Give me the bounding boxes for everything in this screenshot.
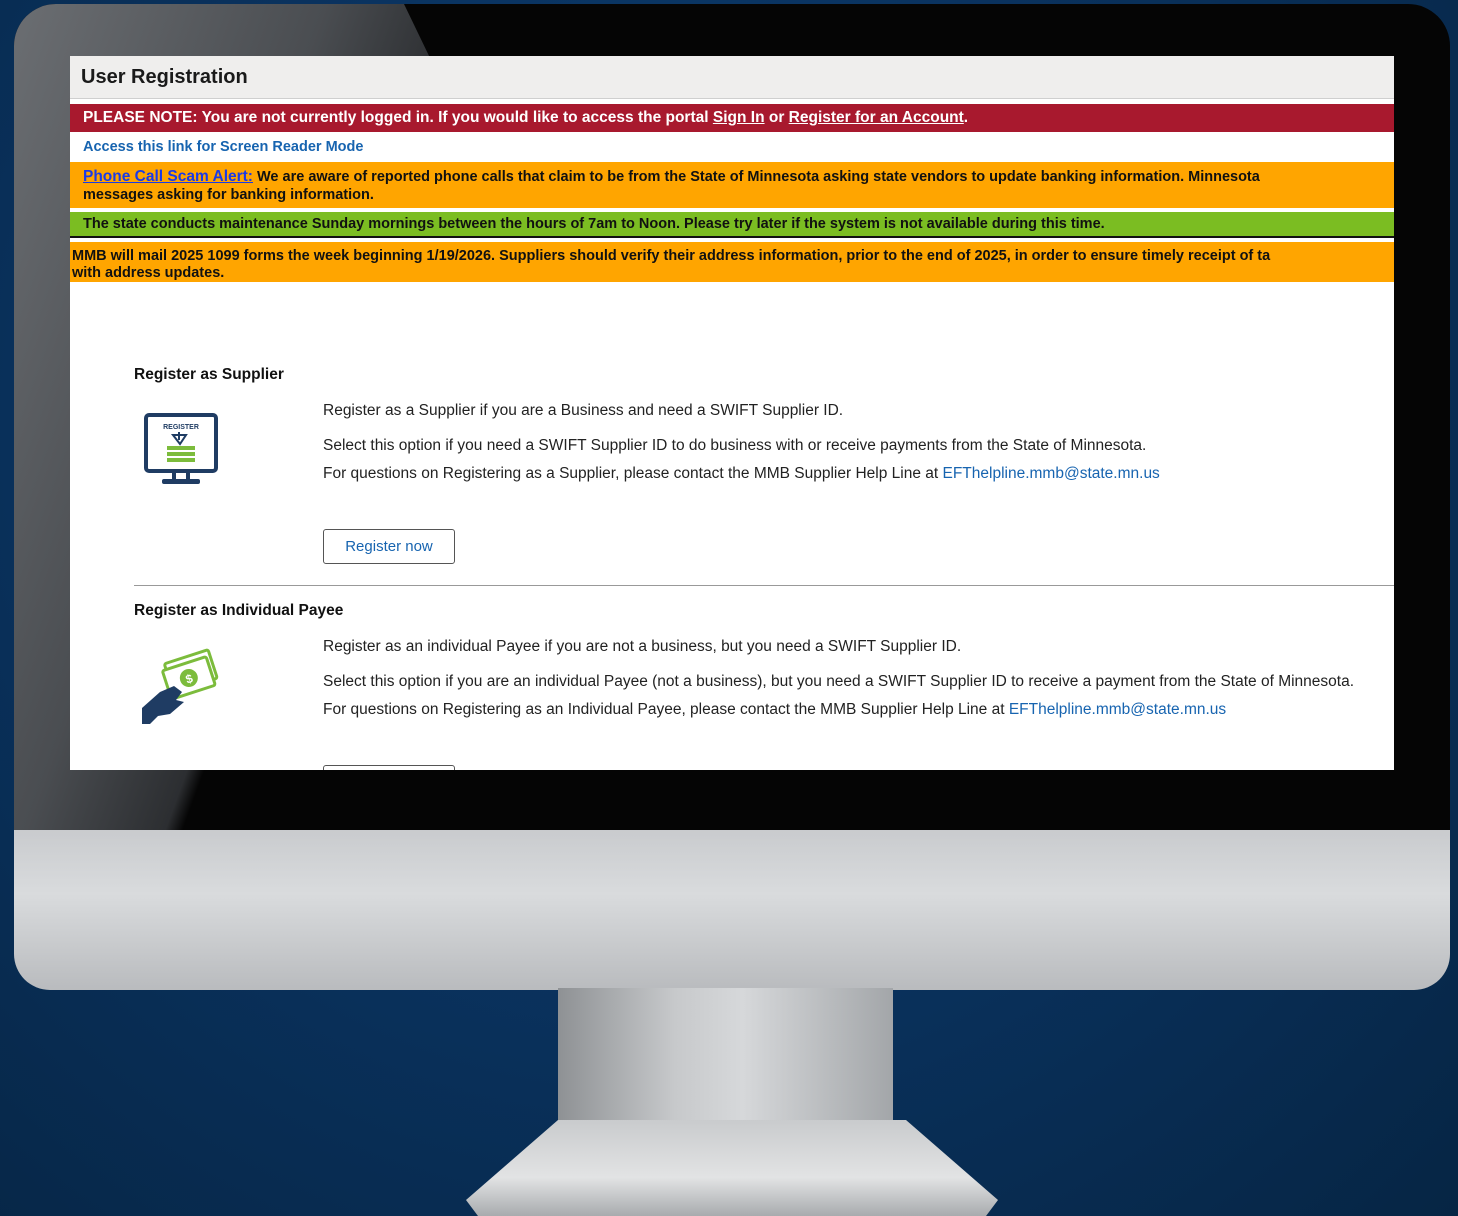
maintenance-banner: The state conducts maintenance Sunday mo… [70,212,1394,238]
supplier-line-2: Select this option if you need a SWIFT S… [323,437,1147,454]
monitor-chin [14,830,1450,990]
page-title: User Registration [81,65,248,88]
register-account-link[interactable]: Register for an Account [789,109,964,126]
hand-money-icon: $ [140,648,222,733]
scam-alert-line-1: Phone Call Scam Alert: We are aware of r… [83,168,1394,186]
scam-alert-text: We are aware of reported phone calls tha… [252,169,1260,185]
payee-line-2: Select this option if you are an individ… [323,673,1355,690]
title-bar: User Registration [70,56,1394,99]
supplier-email-link[interactable]: EFThelpline.mmb@state.mn.us [943,465,1160,482]
scam-alert-banner: Phone Call Scam Alert: We are aware of r… [70,162,1394,208]
forms-notice-banner: MMB will mail 2025 1099 forms the week b… [70,242,1394,282]
register-icon-label: REGISTER [163,424,199,431]
login-notice-text: PLEASE NOTE: You are not currently logge… [83,109,713,126]
register-monitor-icon: REGISTER [140,412,222,495]
sign-in-link[interactable]: Sign In [713,109,765,126]
forms-notice-line-1: MMB will mail 2025 1099 forms the week b… [72,248,1271,264]
supplier-heading: Register as Supplier [134,366,284,383]
payee-email-link[interactable]: EFThelpline.mmb@state.mn.us [1009,701,1226,718]
monitor-stand-base [466,1120,998,1216]
payee-heading: Register as Individual Payee [134,602,344,619]
login-notice-banner: PLEASE NOTE: You are not currently logge… [70,104,1394,132]
scam-alert-line-2: messages asking for banking information. [83,187,374,203]
forms-notice-line-2: with address updates. [72,265,225,281]
supplier-line-3: For questions on Registering as a Suppli… [323,465,1160,483]
payee-line-1: Register as an individual Payee if you a… [323,638,962,655]
register-now-button[interactable]: Register now [323,529,455,564]
screen: User Registration PLEASE NOTE: You are n… [70,56,1394,770]
screen-reader-link[interactable]: Access this link for Screen Reader Mode [70,132,1394,162]
payee-line-3: For questions on Registering as an Indiv… [323,701,1226,719]
section-divider [134,585,1394,586]
period-text: . [963,109,969,126]
payee-register-button[interactable] [323,765,455,770]
or-text: or [764,109,789,126]
supplier-line-1: Register as a Supplier if you are a Busi… [323,402,844,419]
payee-help-text: For questions on Registering as an Indiv… [323,701,1009,718]
scam-alert-link[interactable]: Phone Call Scam Alert: [83,168,253,185]
supplier-help-text: For questions on Registering as a Suppli… [323,465,943,482]
